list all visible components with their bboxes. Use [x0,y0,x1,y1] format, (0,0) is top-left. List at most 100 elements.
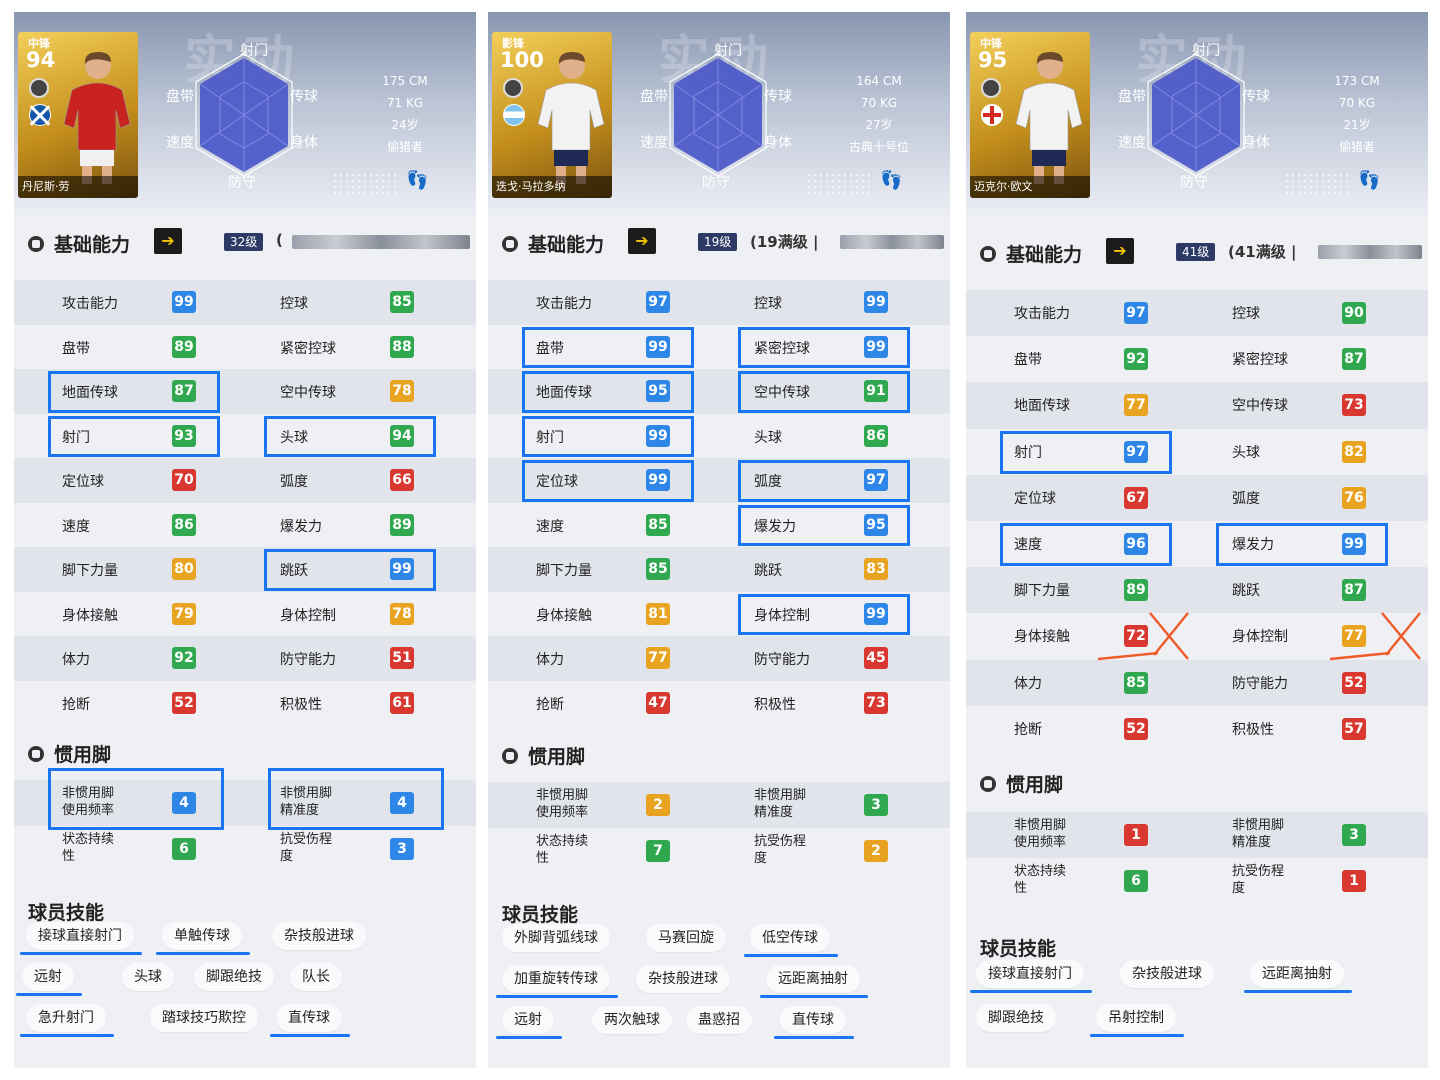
attribute-label: 体力 [62,652,90,668]
attribute-label: 脚下力量 [1014,583,1070,600]
attribute-value: 89 [1124,579,1148,602]
attribute-item: 攻击能力 97 [1014,290,1194,336]
attribute-value: 47 [646,691,670,714]
attribute-label: 攻击能力 [536,296,592,312]
foot-attribute-item: 抗受伤程 度 1 [1232,858,1412,904]
attribute-value: 85 [646,513,670,536]
skill-tag[interactable]: 脚跟绝技 [976,1004,1056,1032]
skill-tag[interactable]: 蛊惑招 [686,1006,752,1034]
attribute-value: 85 [1124,671,1148,694]
underline-mark [496,1036,562,1039]
blurred-text [840,235,944,249]
skill-tag[interactable]: 外脚背弧线球 [502,924,610,952]
player-card[interactable]: 中锋 95 迈克尔·欧文 [970,32,1090,198]
bio-line: 70 KG [1338,96,1376,110]
radar-label-left: 盘带 [640,89,668,105]
attribute-value: 86 [864,424,888,447]
player-card[interactable]: 影锋 100 迭戈·马拉多纳 [492,32,612,198]
level-up-arrow-button[interactable]: ➔ [628,228,656,254]
highlight-box [48,768,224,830]
attribute-label: 跳跃 [1232,583,1260,600]
skill-tag[interactable]: 远距离抽射 [1250,960,1344,988]
player-photo [58,44,136,184]
foot-attribute-label: 非惯用脚 使用频率 [1014,818,1067,850]
skill-tag[interactable]: 加重旋转传球 [502,965,610,993]
attribute-value: 80 [172,558,196,581]
attribute-label: 身体接触 [536,607,592,624]
attribute-value: 70 [172,469,196,492]
skill-tag[interactable]: 直传球 [780,1006,846,1034]
foot-attribute-item: 状态持续 性 6 [62,826,242,872]
skill-tag[interactable]: 杂技般进球 [1120,960,1214,988]
skill-tag[interactable]: 远射 [22,963,74,991]
attribute-value: 51 [390,647,414,670]
attribute-label: 积极性 [1232,721,1274,738]
card-rating: 94 [26,48,56,72]
level-badge: 41级 [1176,243,1216,261]
skill-tag[interactable]: 远射 [502,1006,554,1034]
attribute-item: 控球 99 [754,280,934,325]
attribute-value: 45 [864,647,888,670]
attribute-label: 积极性 [754,696,796,713]
player-bio: 173 CM 70 KG 21岁 偷猎者 [1314,70,1400,158]
attribute-label: 头球 [1232,444,1260,461]
attribute-item: 控球 90 [1232,290,1412,336]
foot-attribute-label: 抗受伤程 度 [1232,864,1285,896]
underline-mark [496,995,618,998]
attribute-item: 身体接触 81 [536,592,716,637]
attribute-value: 81 [646,602,670,625]
skill-tag[interactable]: 接球直接射门 [26,922,134,950]
skill-tag[interactable]: 头球 [122,963,174,991]
player-panel-1: 实动中锋94 丹尼斯·劳 射门盘带传球速度身体防守175 CM71 KG24岁偷… [14,12,476,1068]
level-up-arrow-button[interactable]: ➔ [154,228,182,254]
attribute-item: 防守能力 45 [754,636,934,681]
attribute-value: 76 [1342,486,1366,509]
attribute-item: 积极性 61 [280,681,460,726]
underline-mark [16,993,82,996]
level-detail: (41满级 | [1228,243,1297,261]
decorative-dots [332,172,396,196]
skill-tag[interactable]: 吊射控制 [1096,1004,1176,1032]
skill-tag[interactable]: 踏球技巧欺控 [150,1004,258,1032]
radar-label-bottom-left: 速度 [166,135,194,151]
skill-tag[interactable]: 脚跟绝技 [194,963,274,991]
attribute-value: 79 [172,602,196,625]
foot-attribute-value: 3 [390,838,414,860]
skill-tag[interactable]: 低空传球 [750,924,830,952]
bio-line: 古典十号位 [848,140,909,154]
attribute-item: 紧密控球 87 [1232,336,1412,382]
preferred-foot-title: 惯用脚 [502,742,585,769]
attribute-item: 定位球 67 [1014,475,1194,521]
attribute-item: 速度 85 [536,503,716,548]
attribute-item: 体力 92 [62,636,242,681]
skill-tag[interactable]: 杂技般进球 [272,922,366,950]
attribute-item: 头球 86 [754,414,934,459]
attribute-item: 空中传球 73 [1232,382,1412,428]
skill-tag[interactable]: 队长 [290,963,342,991]
radar-label-right: 传球 [290,89,318,105]
skill-tag[interactable]: 单触传球 [162,922,242,950]
attribute-label: 定位球 [1014,490,1056,507]
skill-tag[interactable]: 杂技般进球 [636,965,730,993]
skill-tag[interactable]: 两次触球 [592,1006,672,1034]
level-up-arrow-button[interactable]: ➔ [1106,238,1134,264]
highlight-box [264,549,436,591]
skill-tag[interactable]: 急升射门 [26,1004,106,1032]
attribute-label: 跳跃 [754,563,782,579]
attribute-label: 抢断 [1014,721,1042,738]
underline-mark [20,952,142,955]
attribute-item: 脚下力量 85 [536,547,716,592]
skill-tag[interactable]: 接球直接射门 [976,960,1084,988]
nation-flag-icon [29,104,51,126]
underline-mark [1090,1034,1184,1037]
radar-label-bottom-right: 身体 [1242,135,1270,151]
attribute-value: 97 [646,291,670,314]
skill-tag[interactable]: 直传球 [276,1004,342,1032]
foot-attribute-item: 非惯用脚 使用频率 1 [1014,812,1194,858]
skill-tag[interactable]: 远距离抽射 [766,965,860,993]
player-card[interactable]: 中锋 94 丹尼斯·劳 [18,32,138,198]
skill-tag[interactable]: 马赛回旋 [646,924,726,952]
nation-flag-icon [503,104,525,126]
club-badge-icon [981,78,1001,98]
attribute-value: 77 [1124,394,1148,417]
